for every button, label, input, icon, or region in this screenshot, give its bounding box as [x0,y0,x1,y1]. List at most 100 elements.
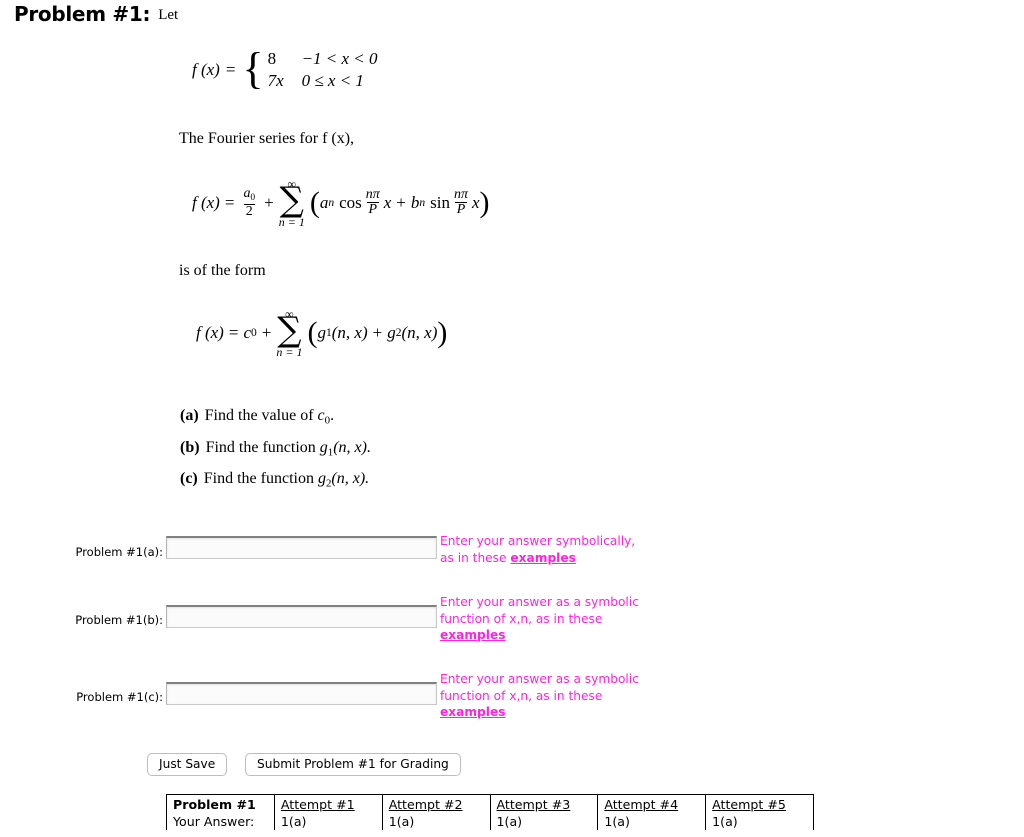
summation-lower-limit: n = 1 [278,214,305,229]
submit-for-grading-button[interactable]: Submit Problem #1 for Grading [245,753,461,776]
a0-subscript: 0 [250,193,256,204]
part-text: Find the value of [204,407,318,424]
close-paren-glyph: ) [437,316,448,350]
c0-subscript: 0 [250,326,257,340]
just-save-button[interactable]: Just Save [147,753,228,776]
answer-input-c[interactable] [166,682,437,705]
bn-coefficient: b [410,192,420,212]
bn-subscript: n [419,196,426,210]
hint-line-2: function of x,n, as in these [440,688,603,703]
part-tag: (c) [180,470,198,488]
part-tag: (b) [180,438,200,456]
cell-attempt-5: 1(a) [705,813,814,830]
part-tag: (a) [180,407,199,424]
variable-x: x [383,192,392,212]
answer-label-b: Problem #1(b): [75,613,163,627]
fourier-equals: = [224,192,235,212]
problem-part-a: (a) Find the value of c0. [180,400,371,432]
table-row: Your Answer: 1(a) 1(a) 1(a) 1(a) 1(a) [166,813,814,830]
part-text: Find the function [205,438,320,456]
answer-label-a: Problem #1(a): [75,545,163,559]
fourier-plus: + [264,192,274,212]
piecewise-equals: = [225,59,236,79]
table-header-attempt-3[interactable]: Attempt #3 [489,794,599,813]
summation-symbol: ∞ ∑ n = 1 [276,308,302,358]
g1-symbol: g [317,322,326,342]
frequency-denominator: P [454,202,468,218]
npi-over-p-fraction: nπ P [364,187,382,218]
cell-attempt-2: 1(a) [381,813,491,830]
cell-attempt-3: 1(a) [489,813,599,830]
part-symbol: c [317,407,325,424]
sigma-glyph: ∑ [279,180,304,220]
problem-lead-text: Let [158,7,179,23]
summation-symbol: ∞ ∑ n = 1 [279,178,305,228]
frequency-denominator: P [366,202,380,218]
piecewise-lhs: f (x) [192,59,220,79]
open-paren-glyph: ( [307,316,318,350]
frequency-numerator: nπ [454,187,468,203]
part-text: Find the function [203,470,318,488]
sin-function: sin [430,192,451,212]
answer-input-a[interactable] [166,536,437,559]
table-header-attempt-4[interactable]: Attempt #4 [597,794,707,813]
form-plus: + [261,322,272,342]
part-text-post: (n, x). [333,438,371,456]
table-header-problem: Problem #1 [166,794,275,813]
piecewise-row: 7x 0 ≤ x < 1 [268,70,378,92]
part-symbol: g [317,470,326,488]
part-symbol: g [319,438,328,456]
part-text-post: (n, x). [331,470,370,488]
problem-header: Problem #1: Let [14,2,178,26]
answer-hint-a: Enter your answer symbolically, as in th… [440,533,680,566]
variable-x: x [471,192,480,212]
c0-symbol: c [243,322,251,342]
part-text-post: . [330,407,335,424]
cell-attempt-1: 1(a) [273,813,383,830]
g1-arguments: (n, x) [331,322,368,342]
problem-part-b: (b) Find the function g1(n, x). [180,432,371,464]
piecewise-value: 8 [267,49,277,68]
open-paren-glyph: ( [309,186,320,220]
inner-plus: + [396,192,406,212]
piecewise-value: 7x [267,70,284,90]
piecewise-function-equation: f (x) = { 8 −1 < x < 0 7x 0 ≤ x < 1 [192,47,378,92]
g2-arguments: (n, x) [401,322,438,342]
hint-line-1: Enter your answer symbolically, [440,534,636,548]
table-header-row: Problem #1 Attempt #1 Attempt #2 Attempt… [166,794,814,813]
examples-link[interactable]: examples [440,705,505,719]
is-of-the-form-text: is of the form [179,262,266,279]
fourier-lhs: f (x) [192,192,220,212]
answer-hint-c: Enter your answer as a symbolic function… [440,671,680,721]
table-header-attempt-1[interactable]: Attempt #1 [273,794,383,813]
cos-function: cos [339,192,362,212]
hint-line-2: function of x,n, as in these [440,611,603,626]
fourier-series-lead-text: The Fourier series for f (x), [179,130,355,147]
row-label-your-answer: Your Answer: [166,813,275,830]
fraction-denominator: 2 [243,203,255,219]
cell-attempt-4: 1(a) [597,813,707,830]
npi-over-p-fraction: nπ P [452,187,470,218]
answer-label-c: Problem #1(c): [76,690,163,704]
piecewise-condition: 0 ≤ x < 1 [301,70,364,90]
frequency-numerator: nπ [365,187,380,203]
form-lhs: f (x) [196,322,224,342]
hint-line-1: Enter your answer as a symbolic [440,595,639,609]
piecewise-condition: −1 < x < 0 [301,49,378,68]
table-header-attempt-2[interactable]: Attempt #2 [381,794,491,813]
examples-link[interactable]: examples [440,628,505,642]
form-equals: = [228,322,239,342]
page-title: Problem #1: [14,2,151,26]
examples-link[interactable]: examples [510,551,575,565]
attempts-table: Problem #1 Attempt #1 Attempt #2 Attempt… [166,794,814,830]
problem-parts-list: (a) Find the value of c0. (b) Find the fun… [180,400,371,495]
table-header-attempt-5[interactable]: Attempt #5 [705,794,814,813]
summation-lower-limit: n = 1 [276,344,303,359]
answer-hint-b: Enter your answer as a symbolic function… [440,594,680,644]
answer-input-b[interactable] [166,605,437,628]
an-subscript: n [328,196,335,210]
g2-symbol: g [387,322,396,342]
close-paren-glyph: ) [479,186,490,220]
fourier-series-equation: f (x) = a0 2 + ∞ ∑ n = 1 ( an cos nπ P x… [192,178,490,228]
problem-part-c: (c) Find the function g2(n, x). [180,463,371,495]
